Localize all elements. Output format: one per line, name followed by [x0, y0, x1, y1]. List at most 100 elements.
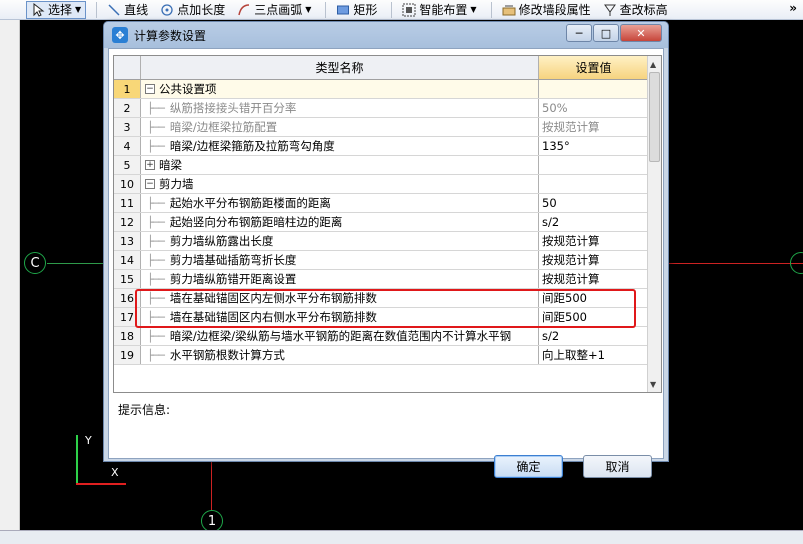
- table-row[interactable]: 14 ├── 剪力墙基础插筋弯折长度 按规范计算: [114, 251, 648, 270]
- cursor-icon: [31, 2, 45, 17]
- row-label: 剪力墙纵筋露出长度: [169, 234, 274, 248]
- row-type-name: − 公共设置项: [141, 80, 539, 98]
- modify-segment-label: 修改墙段属性: [518, 3, 591, 17]
- table-row[interactable]: 13 ├── 剪力墙纵筋露出长度 按规范计算: [114, 232, 648, 251]
- point-length-icon: [160, 3, 174, 17]
- scroll-down-icon[interactable]: ▼: [650, 380, 656, 389]
- toolbar-divider: [96, 1, 98, 18]
- row-number: 2: [114, 99, 141, 117]
- table-row[interactable]: 3 ├── 暗梁/边框梁拉筋配置 按规范计算: [114, 118, 648, 137]
- smart-layout-dropdown-icon[interactable]: ▼: [470, 5, 476, 14]
- table-row[interactable]: 15 ├── 剪力墙纵筋错开距离设置 按规范计算: [114, 270, 648, 289]
- modify-segment-button[interactable]: 修改墙段属性: [498, 1, 595, 19]
- scroll-up-icon[interactable]: ▲: [650, 60, 656, 69]
- row-label: 剪力墙: [159, 177, 194, 191]
- line-tool-label: 直线: [124, 3, 149, 17]
- tree-connector-icon: ├──: [147, 253, 165, 267]
- row-number: 13: [114, 232, 141, 250]
- table-row[interactable]: 5 + 暗梁: [114, 156, 648, 175]
- arc-icon: [237, 3, 251, 17]
- row-label: 纵筋搭接接头错开百分率: [169, 101, 297, 115]
- row-number: 4: [114, 137, 141, 155]
- main-toolbar: 选择 ▼ 直线 点加长度 三点画弧 ▼ 矩形 智能布置 ▼ 修改墙段属性 查改标…: [0, 0, 803, 20]
- row-number: 15: [114, 270, 141, 288]
- row-type-name: ├── 水平钢筋根数计算方式: [141, 346, 539, 364]
- check-elevation-button[interactable]: 查改标高: [599, 1, 672, 19]
- calc-params-dialog: ✥ 计算参数设置 ─ □ ✕ 类型名称 设置值 1− 公共设置项 2 ├── 纵筋搭接接…: [103, 21, 669, 478]
- axis-label-c: C: [24, 252, 46, 274]
- table-row[interactable]: 1− 公共设置项: [114, 80, 648, 99]
- row-setting-value[interactable]: s/2: [539, 327, 648, 345]
- collapse-icon[interactable]: −: [145, 84, 155, 94]
- params-grid[interactable]: 类型名称 设置值 1− 公共设置项 2 ├── 纵筋搭接接头错开百分率 50% 3 ├── 暗梁…: [113, 55, 662, 393]
- select-dropdown-icon[interactable]: ▼: [75, 5, 81, 14]
- row-setting-value[interactable]: 50%: [539, 99, 648, 117]
- table-row[interactable]: 11 ├── 起始水平分布钢筋距楼面的距离 50: [114, 194, 648, 213]
- scroll-thumb[interactable]: [649, 72, 660, 162]
- table-row[interactable]: 19 ├── 水平钢筋根数计算方式 向上取整+1: [114, 346, 648, 365]
- smart-layout-icon: [402, 3, 416, 17]
- toolbar-divider: [490, 1, 492, 18]
- axis-grid-line: [211, 462, 212, 510]
- row-setting-value[interactable]: 按规范计算: [539, 270, 648, 288]
- point-length-tool-button[interactable]: 点加长度: [156, 1, 229, 19]
- tree-connector-icon: ├──: [147, 196, 165, 210]
- arc-dropdown-icon[interactable]: ▼: [305, 5, 311, 14]
- dialog-body: 类型名称 设置值 1− 公共设置项 2 ├── 纵筋搭接接头错开百分率 50% 3 ├── 暗梁…: [108, 48, 664, 478]
- ok-button[interactable]: 确定: [494, 455, 563, 478]
- table-row[interactable]: 4 ├── 暗梁/边框梁箍筋及拉筋弯勾角度 135°: [114, 137, 648, 156]
- rect-tool-label: 矩形: [353, 3, 378, 17]
- line-tool-button[interactable]: 直线: [103, 1, 152, 19]
- row-setting-value[interactable]: [539, 175, 648, 193]
- table-row[interactable]: 2 ├── 纵筋搭接接头错开百分率 50%: [114, 99, 648, 118]
- x-axis-line: [76, 483, 126, 485]
- hint-label: 提示信息:: [118, 403, 171, 417]
- row-setting-value[interactable]: 50: [539, 194, 648, 212]
- x-axis-label: X: [111, 466, 119, 479]
- row-setting-value[interactable]: s/2: [539, 213, 648, 231]
- row-label: 暗梁/边框梁箍筋及拉筋弯勾角度: [169, 139, 335, 153]
- row-setting-value[interactable]: [539, 156, 648, 174]
- tree-connector-icon: ├──: [147, 139, 165, 153]
- vertical-scrollbar[interactable]: ▲ ▼: [647, 56, 661, 392]
- header-row-number: [114, 56, 141, 79]
- window-controls: ─ □ ✕: [565, 24, 662, 42]
- row-number: 10: [114, 175, 141, 193]
- table-row[interactable]: 10− 剪力墙: [114, 175, 648, 194]
- tree-connector-icon: ├──: [147, 234, 165, 248]
- row-setting-value[interactable]: 按规范计算: [539, 251, 648, 269]
- toolbar-overflow-button[interactable]: »: [789, 1, 797, 15]
- close-button[interactable]: ✕: [620, 24, 662, 42]
- row-setting-value[interactable]: 向上取整+1: [539, 346, 648, 364]
- cancel-button[interactable]: 取消: [583, 455, 652, 478]
- tree-connector-icon: ├──: [147, 215, 165, 229]
- smart-layout-label: 智能布置: [419, 3, 468, 17]
- collapse-icon[interactable]: −: [145, 179, 155, 189]
- smart-layout-button[interactable]: 智能布置 ▼: [398, 1, 480, 19]
- row-setting-value[interactable]: 按规范计算: [539, 118, 648, 136]
- dialog-titlebar[interactable]: ✥ 计算参数设置 ─ □ ✕: [104, 22, 668, 48]
- app-icon: ✥: [112, 27, 128, 43]
- tree-connector-icon: ├──: [147, 348, 165, 362]
- arc-tool-button[interactable]: 三点画弧 ▼: [233, 1, 315, 19]
- table-row[interactable]: 12 ├── 起始竖向分布钢筋距暗柱边的距离 s/2: [114, 213, 648, 232]
- select-tool-button[interactable]: 选择 ▼: [26, 0, 87, 19]
- row-setting-value[interactable]: 按规范计算: [539, 232, 648, 250]
- maximize-button[interactable]: □: [593, 24, 619, 42]
- row-label: 公共设置项: [159, 82, 217, 96]
- minimize-button[interactable]: ─: [566, 24, 592, 42]
- axis-marker-right: [790, 252, 803, 274]
- axis-grid-line: [669, 263, 803, 264]
- row-type-name: ├── 暗梁/边框梁拉筋配置: [141, 118, 539, 136]
- header-type-name: 类型名称: [141, 56, 539, 79]
- expand-icon[interactable]: +: [145, 160, 155, 170]
- row-number: 14: [114, 251, 141, 269]
- row-setting-value[interactable]: 135°: [539, 137, 648, 155]
- row-setting-value[interactable]: [539, 80, 648, 98]
- table-row[interactable]: 18 ├── 暗梁/边框梁/梁纵筋与墙水平钢筋的距离在数值范围内不计算水平钢 s/2: [114, 327, 648, 346]
- row-label: 剪力墙纵筋错开距离设置: [169, 272, 297, 286]
- row-type-name: ├── 起始竖向分布钢筋距暗柱边的距离: [141, 213, 539, 231]
- row-label: 暗梁/边框梁/梁纵筋与墙水平钢筋的距离在数值范围内不计算水平钢: [169, 329, 512, 343]
- toolbar-divider: [391, 1, 393, 18]
- rect-tool-button[interactable]: 矩形: [332, 1, 381, 19]
